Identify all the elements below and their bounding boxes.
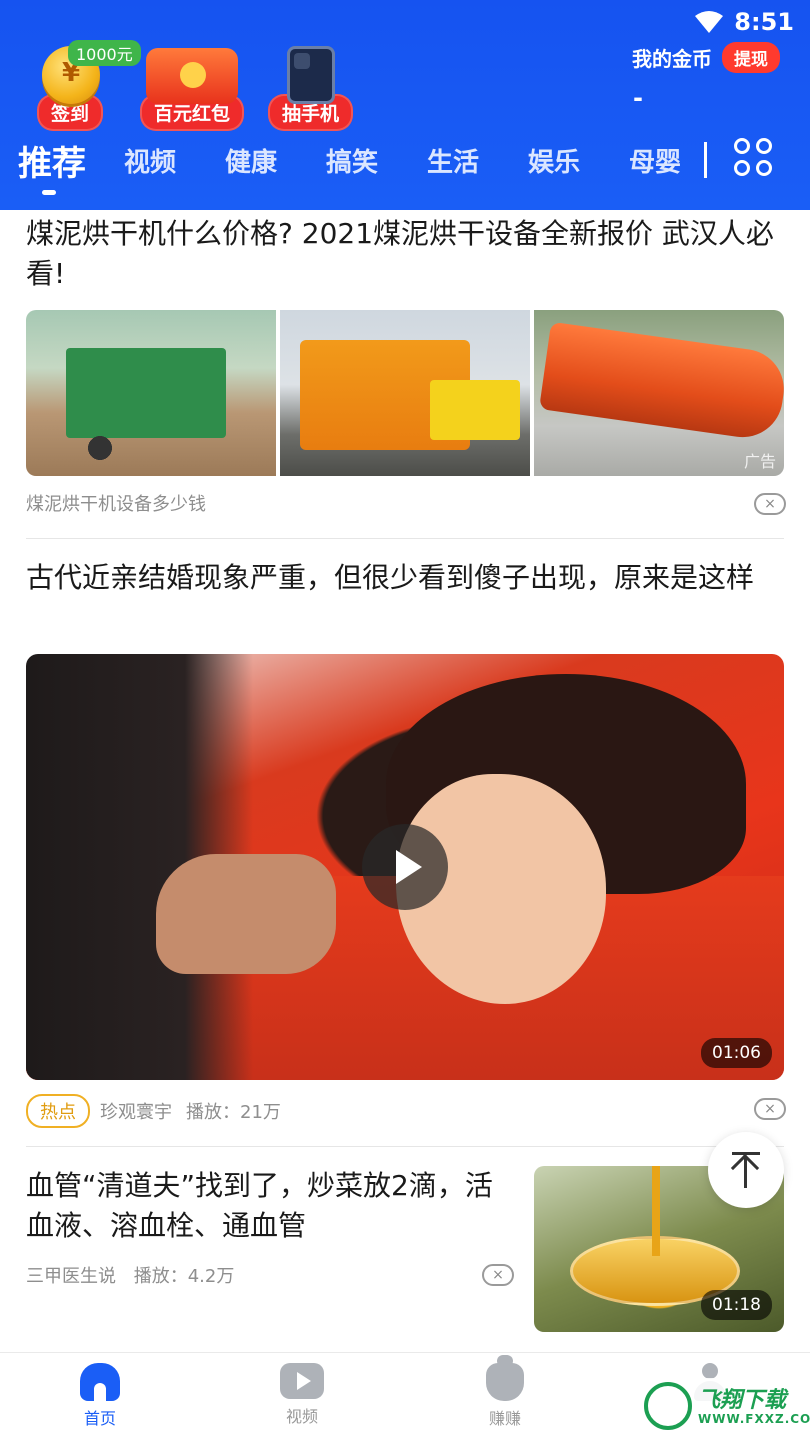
gold-title: 我的金币 — [632, 47, 712, 71]
gold-coins: 我的金币 提现 — [632, 42, 780, 73]
coin-icon: ¥ 1000元 — [34, 40, 141, 104]
feed-divider — [26, 1146, 784, 1147]
tab-funny[interactable]: 搞笑 — [326, 142, 378, 179]
tab-divider — [704, 142, 707, 178]
tab-health[interactable]: 健康 — [225, 142, 277, 179]
side-article-plays: 播放：4.2万 — [133, 1266, 235, 1287]
ad-image-dryer-orange[interactable] — [280, 310, 530, 476]
nav-earn[interactable]: 赚赚 — [455, 1355, 555, 1429]
nav-home[interactable]: 首页 — [50, 1363, 150, 1429]
site-watermark: 飞翔下载 WWW.FXXZ.COM — [640, 1378, 810, 1434]
top-header: 8:51 ¥ 1000元 签到 百元红包 抽手机 我的金币 提现 - 推荐 视频… — [0, 0, 810, 210]
ad-close-icon[interactable]: × — [754, 493, 786, 515]
checkin-badge: 1000元 — [68, 40, 141, 66]
feed-divider — [26, 538, 784, 539]
side-video-duration: 01:18 — [701, 1290, 772, 1320]
watermark-logo-icon — [644, 1382, 692, 1430]
ad-article-title[interactable]: 煤泥烘干机什么价格? 2021煤泥烘干设备全新报价 武汉人必看! — [26, 214, 784, 294]
back-to-top-icon[interactable] — [708, 1132, 784, 1208]
all-categories-icon[interactable] — [734, 138, 776, 180]
side-article-title[interactable]: 血管“清道夫”找到了，炒菜放2滴，活血液、溶血栓、通血管 — [26, 1166, 506, 1246]
tab-recommend[interactable]: 推荐 — [18, 136, 86, 185]
play-icon[interactable] — [362, 824, 448, 910]
ad-mark: 广告 — [743, 452, 776, 471]
ad-image-drum-dryer[interactable]: 广告 — [534, 310, 784, 476]
active-tab-indicator — [42, 190, 56, 195]
tab-video[interactable]: 视频 — [124, 142, 176, 179]
clock: 8:51 — [734, 8, 794, 36]
side-article-source: 三甲医生说 — [26, 1266, 116, 1287]
video-source: 珍观寰宇 — [100, 1102, 172, 1123]
video-close-icon[interactable]: × — [754, 1098, 786, 1120]
wifi-icon — [695, 11, 724, 33]
ad-source: 煤泥烘干机设备多少钱 — [26, 494, 206, 515]
side-article-close-icon[interactable]: × — [482, 1264, 514, 1286]
nav-video[interactable]: 视频 — [252, 1363, 352, 1427]
red-envelope-icon — [144, 42, 240, 104]
video-thumbnail[interactable]: 01:06 — [26, 654, 784, 1080]
checkin-promo[interactable]: ¥ 1000元 签到 — [34, 40, 141, 131]
video-plays: 播放：21万 — [186, 1102, 281, 1123]
hot-badge: 热点 — [26, 1094, 90, 1128]
phone-draw-promo[interactable]: 抽手机 — [268, 42, 354, 131]
red-envelope-promo[interactable]: 百元红包 — [140, 42, 245, 131]
video-duration: 01:06 — [701, 1038, 772, 1068]
tab-life[interactable]: 生活 — [427, 142, 479, 179]
video-icon — [280, 1363, 324, 1399]
money-bag-icon — [486, 1355, 524, 1401]
category-tabs: 推荐 视频 健康 搞笑 生活 娱乐 母婴 — [0, 136, 810, 196]
home-icon — [80, 1363, 120, 1401]
ad-image-dryer-green[interactable] — [26, 310, 276, 476]
app-screen: 8:51 ¥ 1000元 签到 百元红包 抽手机 我的金币 提现 - 推荐 视频… — [0, 0, 810, 1440]
tab-parenting[interactable]: 母婴 — [629, 142, 681, 179]
withdraw-button[interactable]: 提现 — [722, 42, 780, 73]
side-article-meta: 三甲医生说 播放：4.2万 — [26, 1262, 466, 1288]
phone-icon — [271, 42, 351, 104]
status-bar: 8:51 — [694, 6, 794, 38]
tab-entertainment[interactable]: 娱乐 — [528, 142, 580, 179]
video-meta: 热点 珍观寰宇 播放：21万 — [26, 1094, 784, 1128]
video-article-title[interactable]: 古代近亲结婚现象严重，但很少看到傻子出现，原来是这样 — [26, 558, 784, 598]
gold-value: - — [633, 84, 643, 112]
